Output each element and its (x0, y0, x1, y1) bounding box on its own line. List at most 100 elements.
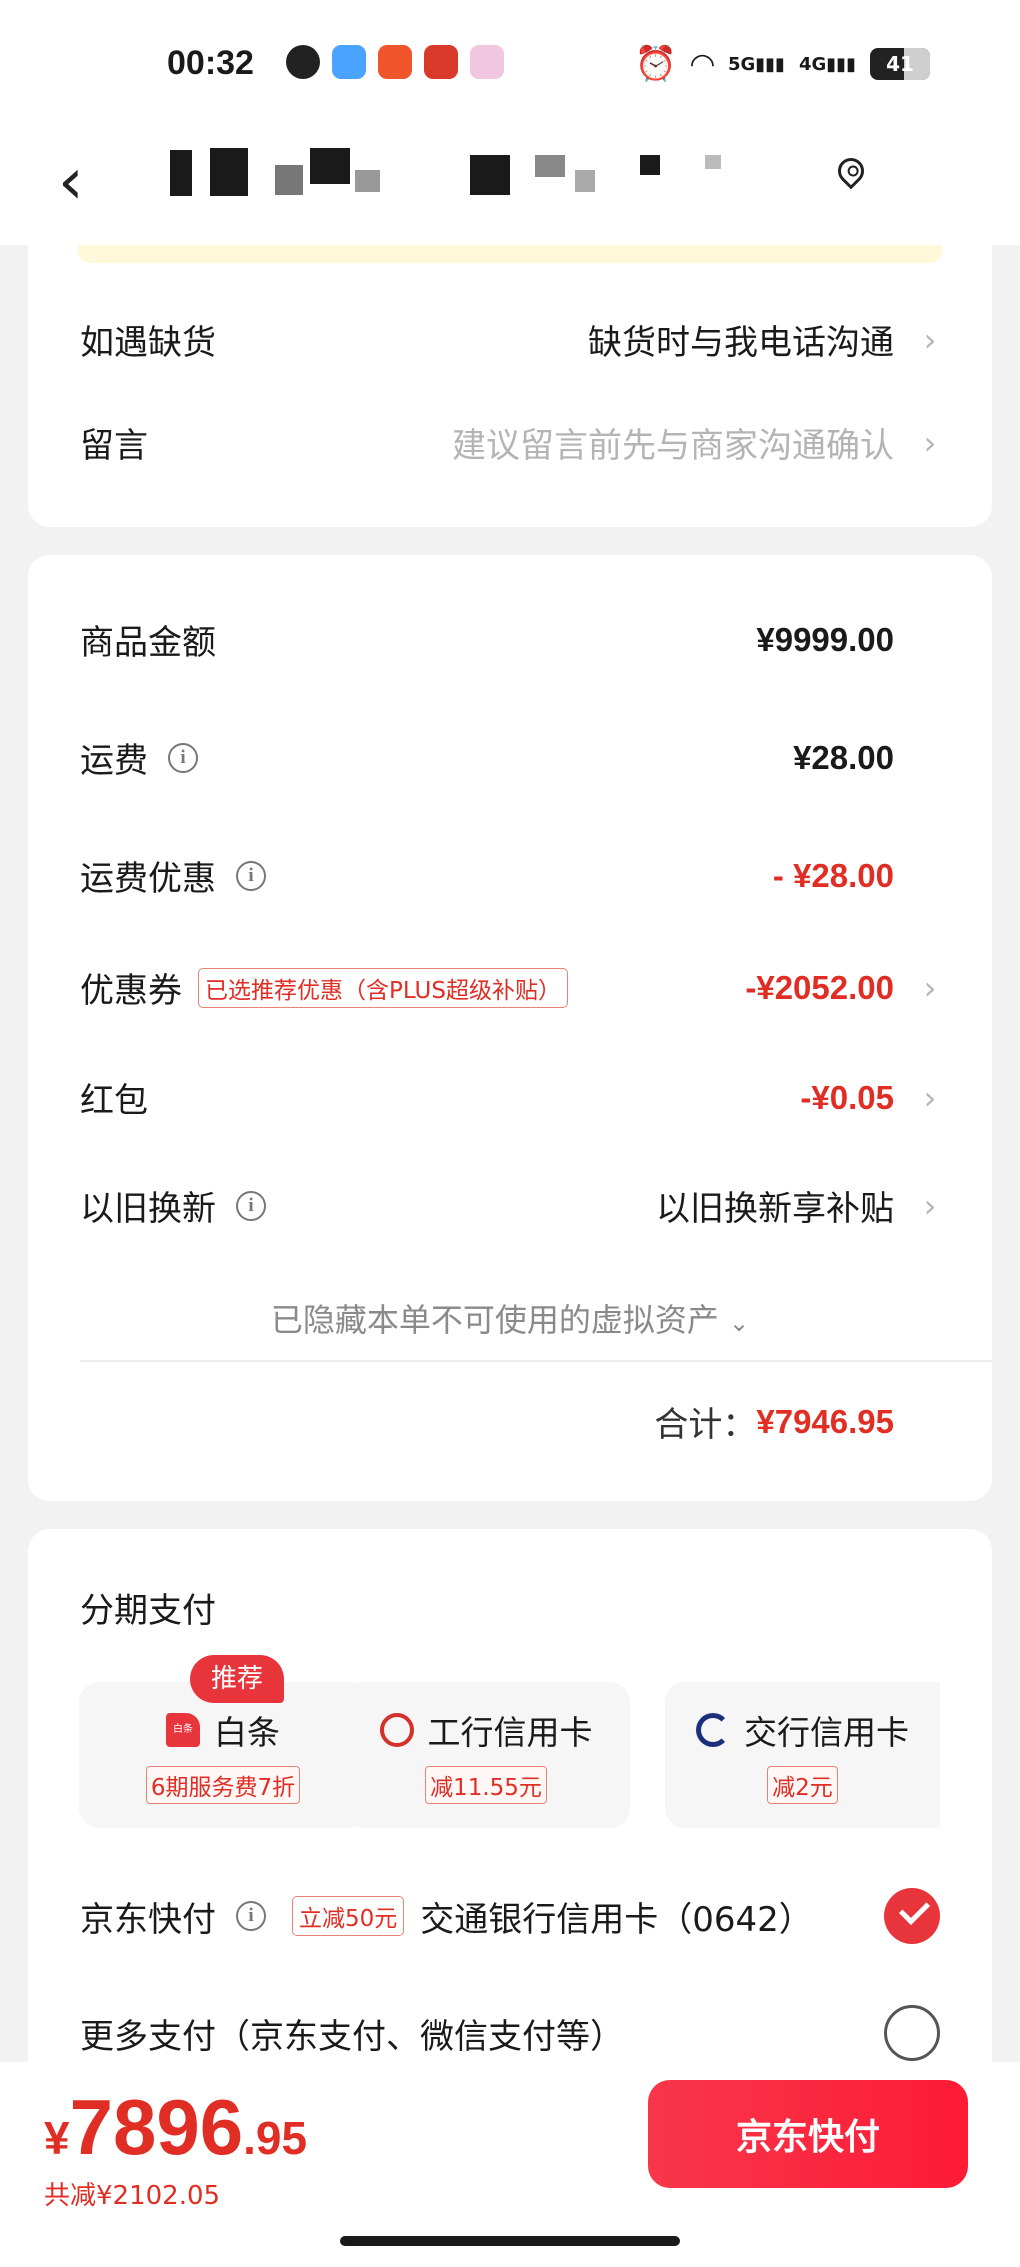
shipping-row: 运费 i ¥28.00 (80, 733, 940, 782)
installment-option-bocom[interactable]: 交行信用卡 减2元 (665, 1682, 940, 1828)
shipping-discount-value: - ¥28.00 (772, 856, 894, 894)
quickpay-discount-tag: 立减50元 (292, 1896, 405, 1936)
shipping-discount-row: 运费优惠 i - ¥28.00 (80, 851, 940, 900)
goods-amount-label: 商品金额 (80, 623, 216, 663)
currency-symbol: ¥ (44, 2112, 70, 2164)
hidden-assets-toggle[interactable]: 已隐藏本单不可使用的虚拟资产 ⌄ (28, 1295, 992, 1341)
icbc-name: 工行信用卡 (427, 1713, 593, 1752)
jd-quickpay-button[interactable]: 京东快付 (648, 2080, 968, 2188)
home-indicator[interactable] (340, 2236, 680, 2246)
signal-5g-icon: 5G▮▮▮ (727, 53, 785, 75)
info-icon[interactable]: i (168, 742, 198, 773)
red-packet-value: -¥0.05 (800, 1078, 894, 1116)
more-pay-label: 更多支付（京东支付、微信支付等） (80, 2016, 624, 2057)
price-decimal: .95 (243, 2112, 308, 2164)
shipping-value: ¥28.00 (793, 738, 894, 776)
installment-option-icbc[interactable]: 工行信用卡 减11.55元 (342, 1682, 630, 1828)
shopping-app-icon (424, 45, 458, 79)
bocom-title: 交行信用卡 (665, 1706, 940, 1754)
installment-title: 分期支付 (80, 1583, 940, 1632)
red-packet-row[interactable]: 红包 -¥0.05 › (80, 1073, 940, 1122)
app-notification-icon (286, 45, 320, 79)
info-icon[interactable]: i (236, 1901, 266, 1931)
bocom-promo-wrap: 减2元 (665, 1766, 940, 1804)
redacted-title (275, 165, 303, 195)
signal-4g-icon: 4G▮▮▮ (798, 53, 856, 75)
coupon-row[interactable]: 优惠券 已选推荐优惠（含PLUS超级补贴） -¥2052.00 › (80, 963, 940, 1012)
out-of-stock-value: 缺货时与我电话沟通 (588, 323, 894, 363)
message-row[interactable]: 留言 建议留言前先与商家沟通确认 › (80, 418, 940, 467)
chevron-right-icon: › (923, 968, 937, 1007)
bocom-name: 交行信用卡 (744, 1713, 909, 1752)
coupon-tag: 已选推荐优惠（含PLUS超级补贴） (198, 967, 568, 1008)
quickpay-card: 交通银行信用卡（0642） (420, 1899, 813, 1940)
redacted-title (170, 150, 192, 196)
trade-in-label: 以旧换新 (80, 1189, 216, 1229)
coupon-value: -¥2052.00 (745, 968, 894, 1006)
jd-quickpay-row[interactable]: 京东快付 i 立减50元 交通银行信用卡（0642） (80, 1888, 940, 1944)
system-status-icons: ⏰ ◠ 5G▮▮▮ 4G▮▮▮ 41 (635, 44, 930, 84)
red-packet-label: 红包 (80, 1081, 148, 1121)
coupon-label: 优惠券 (80, 971, 182, 1011)
shipping-discount-label: 运费优惠 (80, 859, 216, 899)
video-app-icon (378, 45, 412, 79)
message-placeholder: 建议留言前先与商家沟通确认 (452, 426, 894, 466)
redacted-title (640, 155, 660, 175)
total-value: ¥7946.95 (756, 1402, 894, 1440)
bocom-promo: 减2元 (767, 1766, 838, 1804)
order-options-card: 如遇缺货 缺货时与我电话沟通 › 留言 建议留言前先与商家沟通确认 › (28, 245, 992, 527)
redacted-title (705, 155, 721, 169)
location-pin-icon[interactable] (832, 152, 870, 190)
chevron-right-icon: › (923, 1078, 937, 1117)
installment-title-text: 分期支付 (80, 1591, 216, 1631)
alarm-icon: ⏰ (634, 44, 677, 84)
baitiao-title: 白条 白条 (79, 1706, 367, 1754)
price-integer: 7896 (69, 2083, 244, 2171)
wifi-icon: ◠ (690, 46, 714, 82)
status-bar: 00:32 ⏰ ◠ 5G▮▮▮ 4G▮▮▮ 41 (0, 0, 1020, 130)
out-of-stock-row[interactable]: 如遇缺货 缺货时与我电话沟通 › (80, 315, 940, 364)
baitiao-name: 白条 (214, 1713, 280, 1752)
price-summary-card: 商品金额 ¥9999.00 运费 i ¥28.00 运费优惠 i - ¥28.0… (28, 555, 992, 1501)
jd-quickpay-label: 京东快付 (80, 1899, 216, 1940)
redacted-title (575, 170, 595, 192)
trade-in-row[interactable]: 以旧换新 i 以旧换新享补贴 › (80, 1181, 940, 1230)
page-header: ‹ (0, 130, 1020, 245)
icbc-logo-icon (379, 1713, 414, 1747)
chevron-right-icon: › (923, 423, 937, 462)
baitiao-promo-wrap: 6期服务费7折 (79, 1766, 367, 1804)
notification-icons (286, 45, 504, 79)
installment-option-baitiao[interactable]: 白条 白条 6期服务费7折 (79, 1682, 367, 1828)
total-saved: 共减¥2102.05 (44, 2181, 221, 2211)
address-notice-strip (78, 245, 942, 263)
pay-total: ¥7896.95 (44, 2082, 307, 2173)
message-label: 留言 (80, 426, 148, 466)
bocom-logo-icon (696, 1713, 730, 1747)
icbc-promo: 减11.55元 (425, 1766, 547, 1804)
redacted-title (210, 148, 248, 196)
goods-amount-value: ¥9999.00 (756, 620, 894, 658)
redacted-title (355, 170, 380, 192)
more-pay-radio[interactable] (884, 2005, 940, 2061)
hidden-assets-note: 已隐藏本单不可使用的虚拟资产 (270, 1301, 719, 1339)
quickpay-radio-checked[interactable] (884, 1888, 940, 1944)
out-of-stock-label: 如遇缺货 (80, 323, 216, 363)
photos-app-icon (470, 45, 504, 79)
baitiao-promo: 6期服务费7折 (145, 1766, 301, 1804)
redacted-title (310, 148, 350, 184)
info-icon[interactable]: i (236, 1190, 266, 1221)
more-pay-row[interactable]: 更多支付（京东支付、微信支付等） (80, 2005, 940, 2061)
redacted-title (470, 155, 510, 195)
total-row: 合计： ¥7946.95 (80, 1397, 940, 1446)
weather-app-icon (332, 45, 366, 79)
recommend-badge: 推荐 (190, 1655, 284, 1703)
battery-icon: 41 (870, 48, 930, 80)
info-icon[interactable]: i (236, 860, 266, 891)
divider (80, 1360, 992, 1362)
goods-amount-row: 商品金额 ¥9999.00 (80, 615, 940, 664)
trade-in-value: 以旧换新享补贴 (656, 1189, 894, 1229)
chevron-right-icon: › (923, 320, 937, 359)
chevron-left-icon[interactable]: ‹ (58, 150, 84, 214)
baitiao-logo-icon: 白条 (166, 1713, 200, 1747)
status-time: 00:32 (167, 44, 254, 82)
